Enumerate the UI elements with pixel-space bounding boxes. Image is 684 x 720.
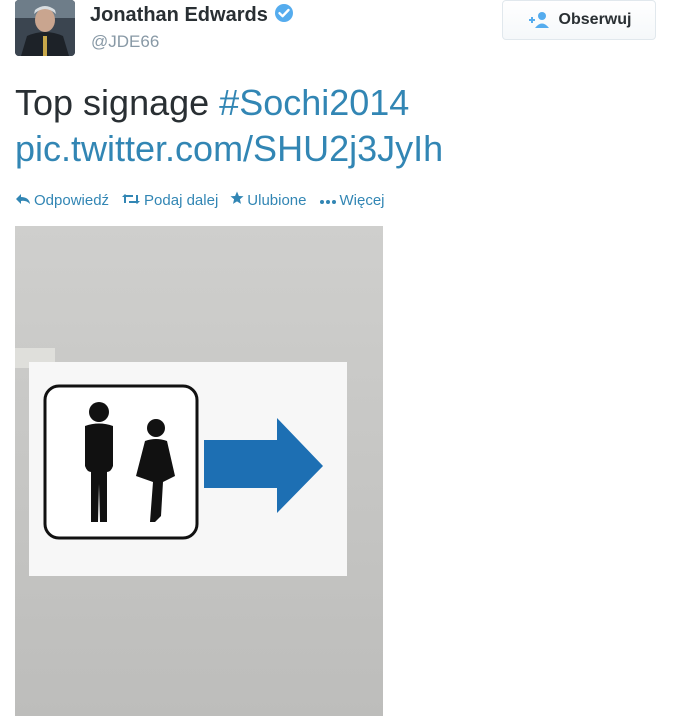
reply-action[interactable]: Odpowiedź	[15, 191, 109, 209]
hashtag-link[interactable]: #Sochi2014	[219, 82, 409, 123]
restroom-sign-image	[15, 226, 383, 716]
avatar-image	[15, 0, 75, 56]
tweet-actions: Odpowiedź Podaj dalej Ulubione Więcej	[15, 191, 385, 209]
tweet-body: Top signage	[15, 82, 210, 123]
retweet-action[interactable]: Podaj dalej	[121, 191, 218, 209]
reply-label: Odpowiedź	[34, 191, 110, 209]
favorite-action[interactable]: Ulubione	[230, 191, 307, 209]
verified-badge-icon	[274, 3, 294, 29]
more-action[interactable]: Więcej	[319, 191, 385, 209]
more-label: Więcej	[339, 191, 385, 209]
follow-button-label: Obserwuj	[558, 11, 632, 28]
tweet-photo[interactable]	[15, 226, 383, 716]
tweet-text: Top signage #Sochi2014 pic.twitter.com/S…	[15, 80, 655, 172]
retweet-icon	[121, 192, 141, 209]
more-icon	[319, 192, 337, 209]
retweet-label: Podaj dalej	[144, 191, 219, 209]
author-name[interactable]: Jonathan Edwards	[90, 3, 294, 29]
author-handle[interactable]: @JDE66	[91, 32, 159, 52]
avatar[interactable]	[15, 0, 75, 56]
media-link[interactable]: pic.twitter.com/SHU2j3JyIh	[15, 128, 443, 169]
add-user-icon	[527, 11, 551, 29]
author-name-text[interactable]: Jonathan Edwards	[90, 4, 268, 26]
favorite-label: Ulubione	[247, 191, 307, 209]
follow-button[interactable]: Obserwuj	[502, 0, 656, 40]
star-icon	[230, 191, 244, 209]
reply-icon	[15, 192, 31, 209]
